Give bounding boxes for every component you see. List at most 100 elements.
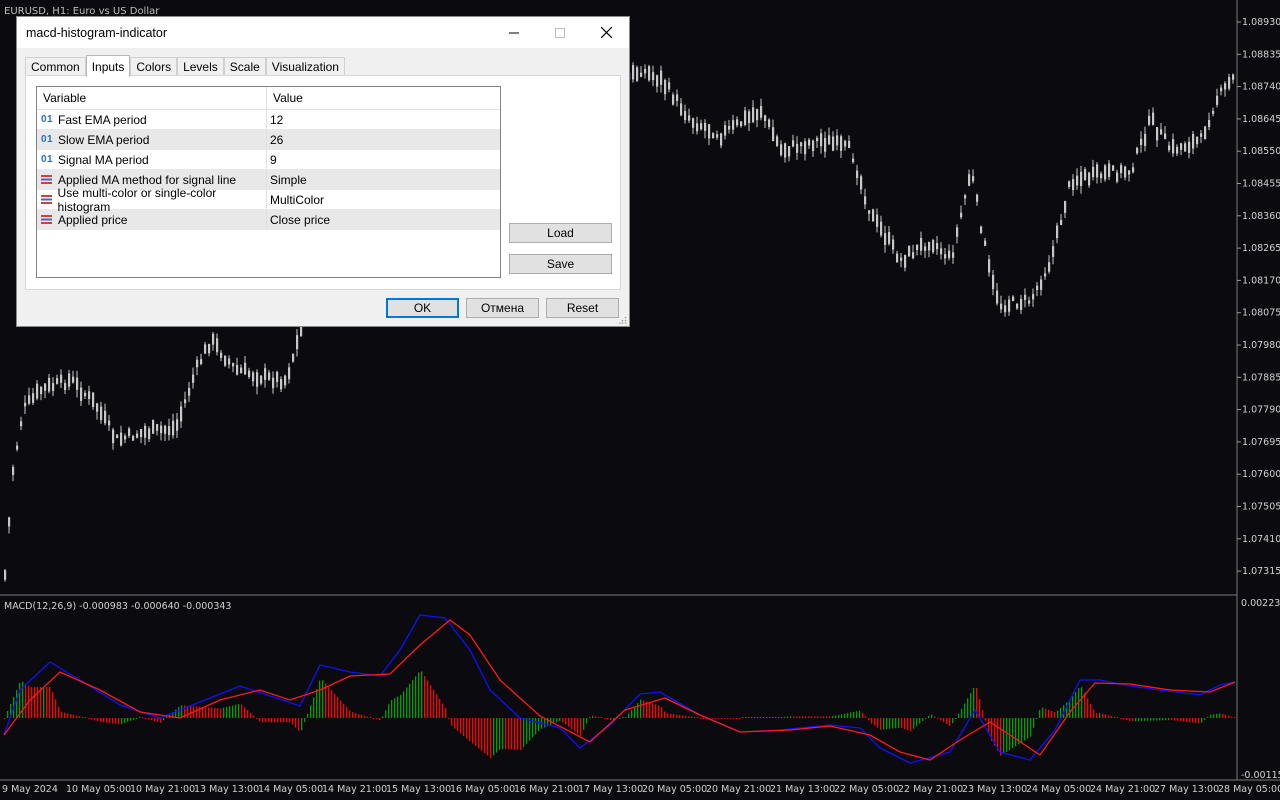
histogram-bar xyxy=(739,718,741,719)
histogram-bar xyxy=(931,714,933,718)
histogram-bar xyxy=(913,718,915,729)
value-cell[interactable]: 12 xyxy=(267,110,500,129)
histogram-bar xyxy=(922,718,924,721)
histogram-bar xyxy=(1213,714,1215,718)
close-button[interactable] xyxy=(583,17,629,48)
resize-grip-icon[interactable] xyxy=(619,316,627,324)
table-row[interactable]: Use multi-color or single-color histogra… xyxy=(37,186,500,214)
variable-cell: 01 Fast EMA period xyxy=(37,110,267,129)
histogram-bar xyxy=(1141,718,1143,721)
column-header-variable[interactable]: Variable xyxy=(37,87,267,109)
histogram-bar xyxy=(643,700,645,718)
candle-body xyxy=(28,395,31,404)
histogram-bar xyxy=(592,715,594,718)
candle-body xyxy=(1228,77,1231,89)
candle-body xyxy=(696,123,699,132)
histogram-bar xyxy=(523,718,525,747)
histogram-bar xyxy=(85,717,87,718)
load-button[interactable]: Load xyxy=(509,223,612,243)
histogram-bar xyxy=(670,713,672,718)
table-row[interactable]: 01 Fast EMA period 12 xyxy=(37,110,500,130)
histogram-bar xyxy=(346,707,348,718)
histogram-bar xyxy=(322,680,324,718)
histogram-bar xyxy=(955,718,957,719)
inputs-panel: Variable Value 01 Fast EMA period 12 01 … xyxy=(25,75,621,290)
histogram-bar xyxy=(751,717,753,718)
table-row[interactable]: Applied price Close price xyxy=(37,210,500,230)
tab-scale[interactable]: Scale xyxy=(223,57,266,76)
histogram-bar xyxy=(1030,718,1032,737)
histogram-bar xyxy=(1219,713,1221,718)
histogram-bar xyxy=(304,718,306,722)
enum-icon xyxy=(41,215,57,224)
histogram-bar xyxy=(907,718,909,731)
candle-body xyxy=(240,367,243,374)
table-row[interactable]: 01 Slow EMA period 26 xyxy=(37,130,500,150)
candle-body xyxy=(656,75,659,87)
ok-button[interactable]: OK xyxy=(386,298,459,318)
tab-inputs[interactable]: Inputs xyxy=(85,55,131,77)
candle-body xyxy=(824,138,827,152)
candle-body xyxy=(176,419,179,431)
tab-levels[interactable]: Levels xyxy=(177,57,224,76)
candle-body xyxy=(4,570,7,580)
column-header-value[interactable]: Value xyxy=(267,87,500,109)
histogram-bar xyxy=(1120,718,1122,719)
histogram-bar xyxy=(103,718,105,723)
dialog-titlebar[interactable]: macd-histogram-indicator xyxy=(17,17,629,48)
histogram-bar xyxy=(106,718,108,723)
price-label: 1.07505 xyxy=(1242,502,1280,513)
cancel-button[interactable]: Отмена xyxy=(466,298,539,318)
tab-colors[interactable]: Colors xyxy=(130,57,178,76)
histogram-bar xyxy=(919,718,921,724)
candle-body xyxy=(1076,175,1079,186)
candle-body xyxy=(292,353,295,362)
histogram-bar xyxy=(853,711,855,718)
histogram-bar xyxy=(886,718,888,730)
time-label: 14 May 21:00 xyxy=(322,784,387,795)
histogram-bar xyxy=(109,718,111,724)
candle-body xyxy=(736,119,739,126)
candle-body xyxy=(1200,133,1203,137)
candle-body xyxy=(236,365,239,375)
histogram-bar xyxy=(142,717,144,718)
candle-body xyxy=(844,140,847,147)
histogram-bar xyxy=(985,718,987,721)
time-label: 10 May 05:00 xyxy=(66,784,131,795)
reset-button[interactable]: Reset xyxy=(546,298,619,318)
save-button[interactable]: Save xyxy=(509,254,612,274)
histogram-bar xyxy=(1123,718,1125,720)
time-label: 24 May 21:00 xyxy=(1090,784,1155,795)
histogram-bar xyxy=(97,718,99,722)
histogram-bar xyxy=(88,718,90,719)
table-row[interactable]: 01 Signal MA period 9 xyxy=(37,150,500,170)
value-cell[interactable]: MultiColor xyxy=(267,190,500,209)
histogram-bar xyxy=(1147,718,1149,721)
histogram-bar xyxy=(1186,718,1188,722)
histogram-bar xyxy=(1087,698,1089,718)
value-cell[interactable]: 26 xyxy=(267,130,500,149)
candle-body xyxy=(944,254,947,259)
tab-visualization[interactable]: Visualization xyxy=(265,57,345,76)
tab-common[interactable]: Common xyxy=(25,57,86,76)
histogram-bar xyxy=(766,717,768,718)
histogram-bar xyxy=(979,698,981,718)
histogram-bar xyxy=(721,718,723,719)
candle-body xyxy=(640,72,643,77)
candle-body xyxy=(1108,163,1111,177)
histogram-bar xyxy=(343,703,345,718)
candle-body xyxy=(56,378,59,384)
histogram-bar xyxy=(262,718,264,723)
candle-body xyxy=(280,378,283,390)
candle-body xyxy=(1120,165,1123,174)
value-cell[interactable]: 9 xyxy=(267,150,500,169)
histogram-bar xyxy=(1027,718,1029,739)
candle-body xyxy=(1192,134,1195,149)
histogram-bar xyxy=(160,718,162,723)
value-cell[interactable]: Simple xyxy=(267,170,500,189)
value-cell[interactable]: Close price xyxy=(267,210,500,229)
histogram-bar xyxy=(556,718,558,723)
minimize-button[interactable] xyxy=(491,17,537,48)
histogram-bar xyxy=(328,686,330,718)
candle-body xyxy=(228,358,231,365)
